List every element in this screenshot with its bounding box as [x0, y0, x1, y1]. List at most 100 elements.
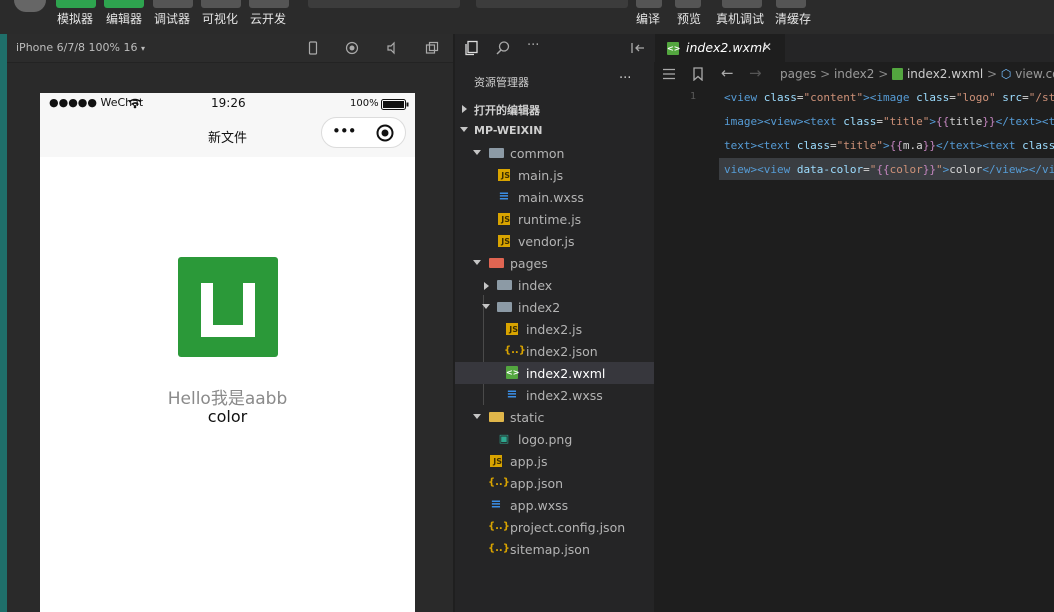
- tree-item-label: pages: [510, 256, 548, 271]
- tree-file-main-js[interactable]: JS main.js: [455, 164, 654, 186]
- simulator-toggle-button[interactable]: [56, 0, 96, 8]
- breadcrumb-item[interactable]: index2.wxml: [907, 67, 983, 81]
- open-editors-section[interactable]: 打开的编辑器: [455, 97, 654, 119]
- explorer-title: 资源管理器: [474, 76, 529, 89]
- tree-item-label: index2.wxml: [526, 366, 606, 381]
- code-line[interactable]: image><view><text class="title">{{title}…: [724, 115, 1054, 128]
- tree-item-label: logo.png: [518, 432, 573, 447]
- css-file-icon: ≡: [506, 387, 518, 402]
- simulator-toggle-label[interactable]: 模拟器: [57, 10, 93, 27]
- tree-file-index2-json[interactable]: {..} index2.json: [455, 340, 654, 362]
- breadcrumb-item[interactable]: index2: [834, 67, 874, 81]
- cloud-dev-toggle-button[interactable]: [249, 0, 289, 8]
- tree-file-app-wxss[interactable]: ≡ app.wxss: [455, 494, 654, 516]
- explorer-more-button[interactable]: ···: [619, 71, 631, 86]
- tree-file-logo-png[interactable]: ▣ logo.png: [455, 428, 654, 450]
- preview-button[interactable]: [675, 0, 701, 8]
- files-icon[interactable]: [463, 40, 479, 56]
- tree-item-label: index2.wxss: [526, 388, 603, 403]
- record-icon[interactable]: [345, 41, 359, 55]
- search-icon[interactable]: [495, 40, 511, 56]
- volume-icon[interactable]: [385, 41, 399, 55]
- collapse-panel-icon[interactable]: [631, 42, 645, 54]
- tab-label: index2.wxml: [686, 40, 766, 55]
- app-logo: [178, 257, 278, 357]
- mode-select[interactable]: [308, 0, 460, 8]
- compile-mode-select[interactable]: [476, 0, 628, 8]
- chevron-down-icon: [473, 414, 481, 419]
- tree-file-index2-wxml[interactable]: <> index2.wxml: [455, 362, 654, 384]
- tree-item-label: main.wxss: [518, 190, 584, 205]
- more-actions-icon[interactable]: ···: [527, 38, 539, 53]
- code-line[interactable]: view><view data-color="{{color}}">color<…: [724, 163, 1054, 176]
- tree-file-app-js[interactable]: JS app.js: [455, 450, 654, 472]
- tree-file-main-wxss[interactable]: ≡ main.wxss: [455, 186, 654, 208]
- tree-file-index2-js[interactable]: JS index2.js: [455, 318, 654, 340]
- js-file-icon: JS: [498, 213, 510, 225]
- chevron-right-icon: >: [820, 67, 831, 81]
- avatar[interactable]: [14, 0, 46, 12]
- preview-label[interactable]: 预览: [677, 10, 701, 27]
- folder-static-icon: [489, 412, 504, 422]
- tree-folder-common[interactable]: common: [455, 142, 654, 164]
- tree-item-label: vendor.js: [518, 234, 575, 249]
- tree-file-vendor-js[interactable]: JS vendor.js: [455, 230, 654, 252]
- tree-folder-pages[interactable]: pages: [455, 252, 654, 274]
- tab-index2-wxml[interactable]: <> index2.wxml ✕: [655, 34, 785, 62]
- tree-item-label: main.js: [518, 168, 564, 183]
- desktop-edge: [0, 34, 7, 612]
- tree-file-index2-wxss[interactable]: ≡ index2.wxss: [455, 384, 654, 406]
- visual-toggle-label[interactable]: 可视化: [202, 10, 238, 27]
- breadcrumb-item[interactable]: view.co: [1015, 67, 1054, 81]
- js-file-icon: JS: [498, 169, 510, 181]
- project-root[interactable]: MP-WEIXIN: [455, 119, 654, 141]
- device-select[interactable]: iPhone 6/7/8 100% 16 ▾: [16, 41, 145, 54]
- list-icon[interactable]: [662, 68, 676, 80]
- back-arrow-icon[interactable]: ←: [721, 64, 734, 82]
- close-icon[interactable]: ✕: [762, 40, 772, 54]
- tree-folder-index[interactable]: index: [455, 274, 654, 296]
- tree-file-runtime-js[interactable]: JS runtime.js: [455, 208, 654, 230]
- greeting-text: Hello我是aabb: [167, 389, 288, 409]
- debugger-toggle-button[interactable]: [153, 0, 193, 8]
- tree-file-sitemap[interactable]: {..} sitemap.json: [455, 538, 654, 560]
- tree-item-label: static: [510, 410, 545, 425]
- bookmark-icon[interactable]: [692, 67, 704, 81]
- project-root-label: MP-WEIXIN: [474, 124, 543, 137]
- compile-button[interactable]: [636, 0, 662, 8]
- device-label: iPhone 6/7/8 100% 16: [16, 41, 138, 54]
- cloud-dev-toggle-label[interactable]: 云开发: [250, 10, 286, 27]
- compile-label[interactable]: 编译: [636, 10, 660, 27]
- clear-cache-label[interactable]: 清缓存: [775, 10, 811, 27]
- detach-window-icon[interactable]: [425, 41, 439, 55]
- editor-toggle-label[interactable]: 编辑器: [106, 10, 142, 27]
- code-line[interactable]: <view class="content"><image class="logo…: [724, 91, 1054, 104]
- editor-breadcrumb-bar: ← → pages > index2 > index2.wxml > ⬡ vie…: [654, 62, 1054, 86]
- debugger-toggle-label[interactable]: 调试器: [154, 10, 190, 27]
- tree-folder-static[interactable]: static: [455, 406, 654, 428]
- code-line[interactable]: text><text class="title">{{m.a}}</text><…: [724, 139, 1054, 152]
- forward-arrow-icon[interactable]: →: [749, 64, 762, 82]
- folder-pages-icon: [489, 258, 504, 268]
- chevron-down-icon: [473, 260, 481, 265]
- more-dots-icon[interactable]: •••: [332, 122, 357, 140]
- clear-cache-button[interactable]: [776, 0, 806, 8]
- json-file-icon: {..}: [488, 543, 510, 554]
- close-miniprogram-icon[interactable]: [376, 124, 394, 142]
- js-file-icon: JS: [490, 455, 502, 467]
- tree-folder-index2[interactable]: index2: [455, 296, 654, 318]
- tree-file-project-config[interactable]: {..} project.config.json: [455, 516, 654, 538]
- tree-file-app-json[interactable]: {..} app.json: [455, 472, 654, 494]
- folder-icon: [497, 280, 512, 290]
- editor-toggle-button[interactable]: [104, 0, 144, 8]
- remote-debug-label[interactable]: 真机调试: [716, 10, 764, 27]
- chevron-down-icon: [460, 127, 468, 132]
- chevron-down-icon: ▾: [140, 44, 145, 53]
- remote-debug-button[interactable]: [722, 0, 762, 8]
- wxml-file-icon: <>: [667, 42, 681, 55]
- breadcrumb-item[interactable]: pages: [780, 67, 816, 81]
- visual-toggle-button[interactable]: [201, 0, 241, 8]
- chevron-right-icon: [462, 105, 467, 113]
- phone-icon[interactable]: [306, 41, 320, 55]
- tree-item-label: index: [518, 278, 553, 293]
